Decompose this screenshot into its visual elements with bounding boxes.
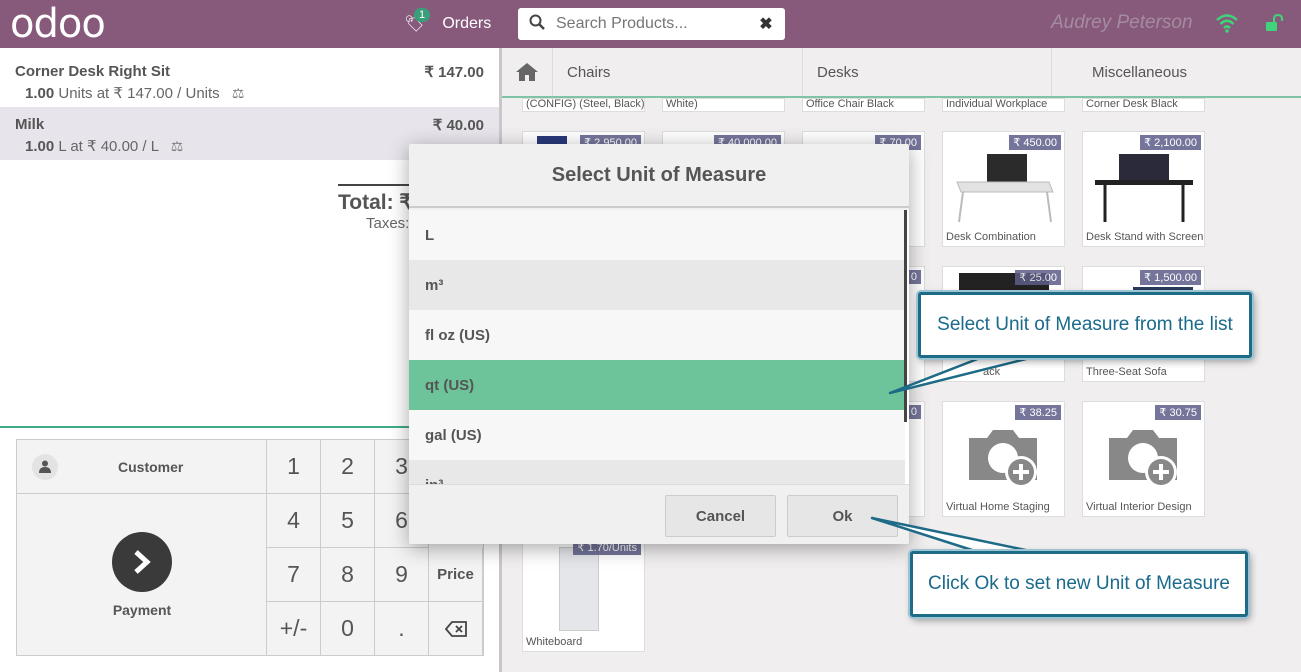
- product-card[interactable]: Office Chair Black: [802, 98, 925, 112]
- select-uom-dialog: Select Unit of Measure L m³ fl oz (US) q…: [409, 144, 909, 544]
- order-line-qty: 1.00: [25, 138, 55, 155]
- numpad-key-2[interactable]: 2: [321, 440, 375, 494]
- camera-plus-icon: [1109, 430, 1177, 488]
- product-name: Three-Seat Sofa: [1086, 366, 1167, 378]
- scale-icon: ⚖: [170, 138, 184, 154]
- product-price: ₹ 450.00: [1009, 135, 1061, 150]
- order-summary: Total: ₹ Taxes:: [338, 184, 413, 232]
- product-card[interactable]: (CONFIG) (Steel, Black): [522, 98, 645, 112]
- numpad-key-5[interactable]: 5: [321, 494, 375, 548]
- search-icon: [518, 14, 556, 35]
- numpad-key-sign[interactable]: +/-: [267, 602, 321, 656]
- product-name: Desk Stand with Screen: [1086, 231, 1204, 243]
- category-chairs[interactable]: Chairs: [553, 48, 803, 96]
- order-line-name: Milk: [15, 116, 45, 133]
- numpad-key-7[interactable]: 7: [267, 548, 321, 602]
- orders-count-badge: 1: [414, 8, 431, 22]
- product-name: Corner Desk Black: [1086, 98, 1178, 110]
- product-card[interactable]: Corner Desk Black: [1082, 98, 1205, 112]
- order-line-info: 1.00 Units at ₹ 147.00 / Units ⚖: [15, 84, 484, 102]
- camera-plus-icon: [969, 430, 1037, 488]
- numpad-key-9[interactable]: 9: [375, 548, 429, 602]
- payment-label: Payment: [112, 602, 172, 618]
- orders-button[interactable]: 🏷 1 Orders: [404, 8, 492, 38]
- uom-option-fl-oz[interactable]: fl oz (US): [409, 310, 905, 360]
- order-line-detail: L at ₹ 40.00 / L: [58, 138, 159, 155]
- product-name: Desk Combination: [946, 231, 1036, 243]
- total-label: Total: ₹: [338, 191, 413, 214]
- cashier-name[interactable]: Audrey Peterson: [1051, 12, 1193, 34]
- product-card[interactable]: Individual Workplace: [942, 98, 1065, 112]
- ok-tooltip: Click Ok to set new Unit of Measure: [910, 551, 1248, 617]
- dialog-footer: Cancel Ok: [409, 484, 909, 544]
- numpad-key-dot[interactable]: .: [375, 602, 429, 656]
- numpad-key-8[interactable]: 8: [321, 548, 375, 602]
- category-miscellaneous[interactable]: Miscellaneous: [1052, 48, 1301, 96]
- top-bar: odoo 🏷 1 Orders ✖ Audrey Peterson: [0, 0, 1301, 48]
- orders-label: Orders: [442, 15, 492, 32]
- product-name: Virtual Home Staging: [946, 501, 1050, 513]
- unlock-icon[interactable]: [1265, 14, 1283, 32]
- home-icon[interactable]: [502, 48, 553, 96]
- order-line[interactable]: Corner Desk Right Sit ₹ 147.00 1.00 Unit…: [0, 54, 499, 107]
- product-name: Whiteboard: [526, 636, 583, 648]
- product-price: ₹ 30.75: [1155, 405, 1201, 420]
- product-name: Office Chair Black: [806, 98, 894, 110]
- product-image: [1095, 154, 1193, 222]
- search-box: ✖: [518, 8, 785, 40]
- product-price: ₹ 1,500.00: [1140, 270, 1201, 285]
- price-mode-button[interactable]: Price: [429, 548, 483, 602]
- order-line-qty: 1.00: [25, 85, 55, 102]
- uom-option-l[interactable]: L: [409, 210, 905, 260]
- uom-option-m3[interactable]: m³: [409, 260, 905, 310]
- product-card[interactable]: ₹ 450.00 Desk Combination: [942, 131, 1065, 247]
- uom-list[interactable]: L m³ fl oz (US) qt (US) gal (US) in³: [409, 210, 909, 484]
- product-image: [559, 547, 599, 631]
- order-line-price: ₹ 147.00: [424, 64, 484, 81]
- product-name: (CONFIG) (Steel, Black): [526, 98, 645, 110]
- customer-button[interactable]: Customer: [17, 440, 267, 494]
- product-name: Individual Workplace: [946, 98, 1048, 110]
- search-input[interactable]: [556, 15, 751, 33]
- dialog-title: Select Unit of Measure: [409, 144, 909, 208]
- product-price: ₹ 2,100.00: [1140, 135, 1201, 150]
- odoo-logo: odoo: [10, 1, 106, 47]
- numpad-key-4[interactable]: 4: [267, 494, 321, 548]
- order-line-price: ₹ 40.00: [432, 117, 484, 134]
- product-card[interactable]: ₹ 1.70/Units Whiteboard: [522, 536, 645, 652]
- cancel-button[interactable]: Cancel: [665, 495, 776, 537]
- product-card[interactable]: ₹ 38.25 Virtual Home Staging: [942, 401, 1065, 517]
- product-price: ₹ 25.00: [1015, 270, 1061, 285]
- customer-label: Customer: [118, 458, 184, 475]
- payment-button[interactable]: Payment: [17, 494, 267, 656]
- scale-icon: ⚖: [231, 85, 245, 101]
- taxes-label: Taxes:: [366, 215, 410, 232]
- product-card[interactable]: White): [662, 98, 785, 112]
- category-desks[interactable]: Desks: [803, 48, 1052, 96]
- ok-button[interactable]: Ok: [787, 495, 898, 537]
- product-price: ₹ 38.25: [1015, 405, 1061, 420]
- product-name: ack: [983, 366, 1001, 378]
- numpad-key-1[interactable]: 1: [267, 440, 321, 494]
- product-card[interactable]: ₹ 30.75 Virtual Interior Design: [1082, 401, 1205, 517]
- product-image: [956, 154, 1054, 223]
- order-line-detail: Units at ₹ 147.00 / Units: [58, 85, 220, 102]
- category-bar: Chairs Desks Miscellaneous: [502, 48, 1301, 98]
- order-line-name: Corner Desk Right Sit: [15, 63, 171, 80]
- list-scrollbar[interactable]: [904, 210, 907, 422]
- uom-option-in3[interactable]: in³: [409, 460, 905, 484]
- wifi-icon: [1216, 14, 1238, 33]
- product-card[interactable]: ₹ 2,100.00 Desk Stand with Screen: [1082, 131, 1205, 247]
- select-uom-tooltip: Select Unit of Measure from the list: [918, 292, 1252, 358]
- numpad-key-0[interactable]: 0: [321, 602, 375, 656]
- ticket-icon: 🏷 1: [404, 8, 431, 34]
- product-name: Virtual Interior Design: [1086, 501, 1192, 513]
- uom-option-gal[interactable]: gal (US): [409, 410, 905, 460]
- user-icon: [32, 453, 58, 480]
- clear-search-icon[interactable]: ✖: [751, 14, 781, 34]
- uom-option-qt-selected[interactable]: qt (US): [409, 360, 905, 410]
- product-name: White): [666, 98, 698, 110]
- chevron-right-icon: [112, 532, 172, 592]
- backspace-icon[interactable]: [429, 602, 483, 656]
